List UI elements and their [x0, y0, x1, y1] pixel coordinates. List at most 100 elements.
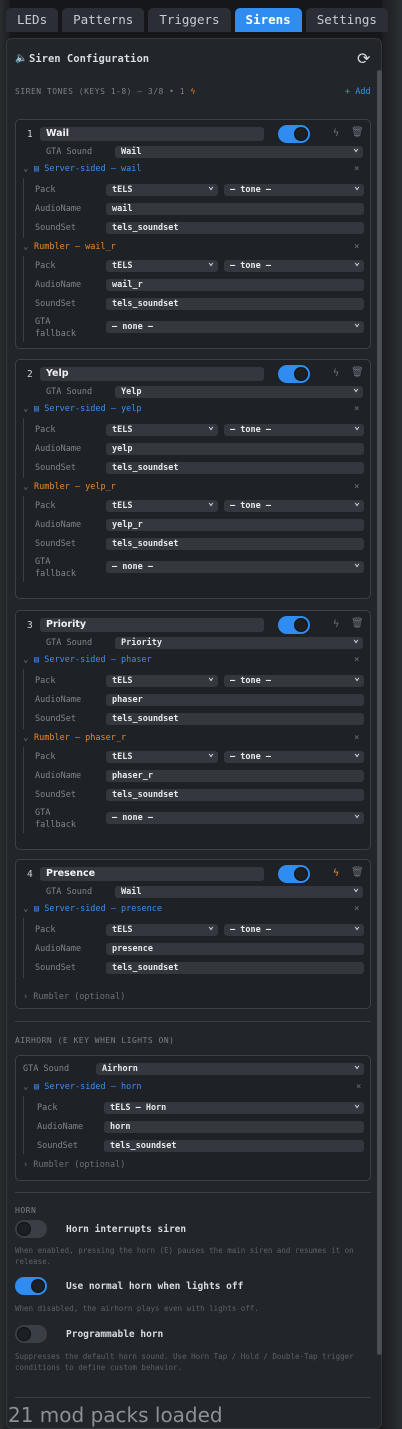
- rumbler-label[interactable]: Rumbler — phaser_r: [34, 733, 126, 743]
- rumbler-optional-toggle[interactable]: › Rumbler (optional): [23, 1160, 125, 1170]
- soundset-input[interactable]: tels_soundset: [106, 962, 364, 974]
- rumbler-audioname-input[interactable]: phaser_r: [106, 770, 364, 782]
- tab-sirens[interactable]: Sirens: [234, 8, 302, 32]
- server-sided-label[interactable]: ▤ Server-sided — yelp: [34, 404, 141, 414]
- audioname-input[interactable]: presence: [106, 943, 364, 955]
- rumbler-tone-select[interactable]: — tone —: [224, 257, 364, 272]
- close-icon[interactable]: ×: [354, 242, 359, 252]
- refresh-icon[interactable]: ⟳: [357, 49, 370, 68]
- siren-number: 2: [27, 369, 33, 380]
- trash-icon[interactable]: 🗑: [351, 618, 364, 629]
- tone-select[interactable]: — tone —: [224, 921, 364, 936]
- gta-fallback-select[interactable]: — none —: [106, 558, 364, 573]
- rumbler-pack-select[interactable]: tELS: [106, 748, 218, 763]
- chevron-down-icon[interactable]: ⌄: [23, 164, 28, 174]
- normal-horn-desc: When disabled, the airhorn plays even wi…: [15, 1304, 259, 1313]
- add-siren-button[interactable]: + Add: [345, 87, 371, 97]
- scrollbar[interactable]: [377, 70, 382, 1355]
- airhorn-card: GTA Sound Airhorn ⌄ ▤ Server-sided — hor…: [15, 1055, 371, 1181]
- close-icon[interactable]: ×: [354, 404, 359, 414]
- gta-sound-select[interactable]: Wail: [115, 143, 363, 158]
- normal-horn-toggle[interactable]: [15, 1277, 47, 1295]
- gta-fallback-select[interactable]: — none —: [106, 809, 364, 824]
- rumbler-label[interactable]: Rumbler — wail_r: [34, 242, 116, 252]
- tab-settings[interactable]: Settings: [305, 8, 388, 32]
- rumbler-tone-select[interactable]: — tone —: [224, 497, 364, 512]
- close-icon[interactable]: ×: [354, 164, 359, 174]
- rumbler-label[interactable]: Rumbler — yelp_r: [34, 482, 116, 492]
- rumbler-pack-select[interactable]: tELS: [106, 497, 218, 512]
- programmable-horn-toggle[interactable]: [15, 1325, 47, 1343]
- chevron-down-icon[interactable]: ⌄: [23, 733, 28, 743]
- tab-triggers[interactable]: Triggers: [148, 8, 231, 32]
- tone-select[interactable]: — tone —: [224, 421, 364, 436]
- trash-icon[interactable]: 🗑: [351, 867, 364, 878]
- rumbler-soundset-input[interactable]: tels_soundset: [106, 538, 364, 550]
- chevron-down-icon[interactable]: ⌄: [23, 655, 28, 665]
- airhorn-pack-select[interactable]: tELS — Horn: [104, 1099, 364, 1114]
- gta-sound-label: GTA Sound: [46, 638, 93, 648]
- gta-sound-select[interactable]: Wail: [115, 883, 363, 898]
- audioname-input[interactable]: phaser: [106, 694, 364, 706]
- siren-enabled-toggle[interactable]: [278, 125, 310, 143]
- airhorn-audioname-input[interactable]: horn: [104, 1121, 364, 1133]
- server-icon: ▤: [34, 404, 45, 414]
- chevron-down-icon[interactable]: ⌄: [23, 404, 28, 414]
- siren-enabled-toggle[interactable]: [278, 365, 310, 383]
- soundset-input[interactable]: tels_soundset: [106, 462, 364, 474]
- audioname-input[interactable]: yelp: [106, 443, 364, 455]
- audioname-input[interactable]: wail: [106, 203, 364, 215]
- close-icon[interactable]: ×: [356, 1082, 361, 1092]
- gta-fallback-select[interactable]: — none —: [106, 318, 364, 333]
- tab-leds[interactable]: LEDs: [6, 8, 59, 32]
- chevron-down-icon[interactable]: ⌄: [23, 482, 28, 492]
- divider: [15, 1192, 371, 1193]
- tone-select[interactable]: — tone —: [224, 672, 364, 687]
- chevron-down-icon[interactable]: ⌄: [23, 904, 28, 914]
- siren-number: 4: [27, 869, 33, 880]
- bolt-icon[interactable]: ϟ: [333, 128, 339, 139]
- horn-interrupts-toggle[interactable]: [15, 1220, 47, 1238]
- bolt-icon[interactable]: ϟ: [333, 619, 339, 630]
- siren-name-input[interactable]: Priority: [40, 618, 264, 632]
- server-sided-label[interactable]: ▤ Server-sided — phaser: [34, 655, 152, 665]
- close-icon[interactable]: ×: [354, 904, 359, 914]
- bolt-icon[interactable]: ϟ: [333, 868, 339, 879]
- close-icon[interactable]: ×: [354, 482, 359, 492]
- soundset-input[interactable]: tels_soundset: [106, 222, 364, 234]
- trash-icon[interactable]: 🗑: [351, 127, 364, 138]
- pack-select[interactable]: tELS: [106, 672, 218, 687]
- pack-select[interactable]: tELS: [106, 921, 218, 936]
- soundset-input[interactable]: tels_soundset: [106, 713, 364, 725]
- server-sided-label[interactable]: ▤ Server-sided — presence: [34, 904, 162, 914]
- rumbler-tone-select[interactable]: — tone —: [224, 748, 364, 763]
- rumbler-soundset-input[interactable]: tels_soundset: [106, 789, 364, 801]
- server-sided-label[interactable]: ▤ Server-sided — horn: [34, 1082, 141, 1092]
- siren-enabled-toggle[interactable]: [278, 865, 310, 883]
- rumbler-pack-select[interactable]: tELS: [106, 257, 218, 272]
- rumbler-optional-toggle[interactable]: › Rumbler (optional): [23, 992, 125, 1002]
- close-icon[interactable]: ×: [354, 733, 359, 743]
- gta-sound-select[interactable]: Yelp: [115, 383, 363, 398]
- rumbler-audioname-input[interactable]: yelp_r: [106, 519, 364, 531]
- pack-select[interactable]: tELS: [106, 421, 218, 436]
- airhorn-gta-sound-select[interactable]: Airhorn: [96, 1060, 364, 1075]
- bolt-icon[interactable]: ϟ: [333, 368, 339, 379]
- gta-sound-select[interactable]: Priority: [115, 634, 363, 649]
- tone-select[interactable]: — tone —: [224, 181, 364, 196]
- server-section: Pack tELS — tone — AudioName yelp SoundSet tel…: [23, 418, 364, 478]
- siren-name-input[interactable]: Presence: [40, 867, 264, 881]
- siren-enabled-toggle[interactable]: [278, 616, 310, 634]
- close-icon[interactable]: ×: [354, 655, 359, 665]
- airhorn-soundset-input[interactable]: tels_soundset: [104, 1140, 364, 1152]
- tab-patterns[interactable]: Patterns: [62, 8, 145, 32]
- trash-icon[interactable]: 🗑: [351, 367, 364, 378]
- rumbler-soundset-input[interactable]: tels_soundset: [106, 298, 364, 310]
- chevron-down-icon[interactable]: ⌄: [23, 242, 28, 252]
- siren-name-input[interactable]: Yelp: [40, 367, 264, 381]
- siren-name-input[interactable]: Wail: [40, 127, 264, 141]
- rumbler-audioname-input[interactable]: wail_r: [106, 279, 364, 291]
- chevron-down-icon[interactable]: ⌄: [23, 1082, 28, 1092]
- pack-select[interactable]: tELS: [106, 181, 218, 196]
- server-sided-label[interactable]: ▤ Server-sided — wail: [34, 164, 141, 174]
